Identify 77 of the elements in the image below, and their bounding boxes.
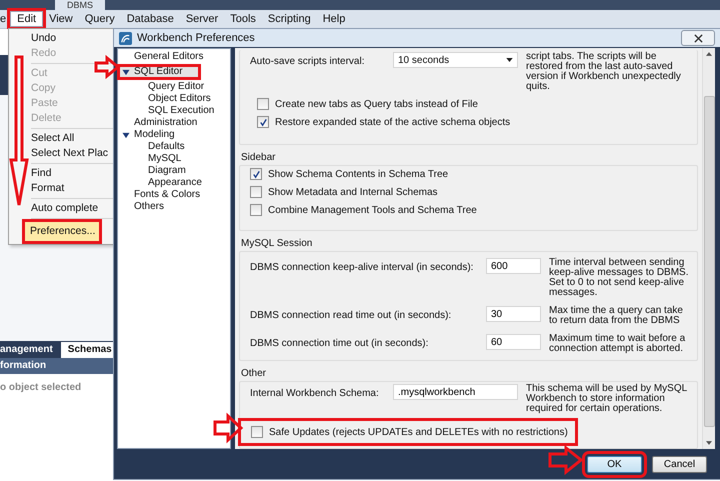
menu-item[interactable]: Server: [180, 11, 224, 27]
menu-item[interactable]: Tools: [224, 11, 262, 27]
field-label: Internal Workbench Schema:: [250, 387, 380, 399]
dialog-button[interactable]: Cancel: [652, 456, 707, 472]
section-title: MySQL Session: [240, 237, 314, 251]
checkbox[interactable]: [250, 186, 262, 198]
menu-item[interactable]: Query: [78, 11, 121, 27]
tree-item[interactable]: Others: [118, 201, 230, 213]
menu-item[interactable]: Scripting: [262, 11, 317, 27]
checkbox-label: Show Metadata and Internal Schemas: [268, 186, 438, 198]
field-label: DBMS connection time out (in seconds):: [250, 337, 430, 349]
tree-item[interactable]: Appearance: [118, 177, 230, 189]
input-field[interactable]: 60: [486, 334, 541, 350]
sidebar-tab[interactable]: anagement: [0, 342, 61, 358]
section-title: Other: [240, 367, 268, 381]
input-field[interactable]: 600: [486, 258, 541, 274]
menu-item[interactable]: Edit: [10, 11, 44, 27]
checkbox[interactable]: [250, 168, 262, 180]
tree-item[interactable]: Modeling: [118, 129, 230, 141]
checkbox[interactable]: [250, 204, 262, 216]
tree-item[interactable]: Query Editor: [118, 81, 230, 93]
checkbox-label: Safe Updates (rejects UPDATEs and DELETEs with no restrictions): [269, 426, 568, 438]
menu-entry[interactable]: Find: [9, 166, 114, 181]
menu-item[interactable]: e: [0, 11, 10, 27]
tree-item[interactable]: SQL Execution: [118, 105, 230, 117]
tree-item[interactable]: Defaults: [118, 141, 230, 153]
dialog-title: Workbench Preferences: [137, 32, 255, 44]
menu-entry[interactable]: Select Next Plac: [9, 146, 114, 161]
checkbox-label: Create new tabs as Query tabs instead of File: [275, 98, 478, 110]
annotation-arrow: [548, 444, 584, 476]
field-description: Time interval between sending keep-alive messages to DBMS. Set to 0 to not send keep-alive messages.: [549, 258, 690, 298]
annotation-arrow: [94, 54, 120, 80]
tree-item[interactable]: General Editors: [118, 51, 230, 63]
tree-item[interactable]: Object Editors: [118, 93, 230, 105]
annotation-arrow: [214, 412, 244, 444]
input-field[interactable]: 30: [486, 306, 541, 322]
close-icon: [694, 34, 702, 42]
close-button[interactable]: [681, 30, 715, 46]
dropdown-arrow-icon: [506, 58, 513, 62]
expand-triangle-icon[interactable]: [122, 68, 130, 76]
tree-item[interactable]: MySQL: [118, 153, 230, 165]
scroll-up-icon[interactable]: [706, 52, 712, 56]
menu-entry[interactable]: Select All: [9, 131, 114, 146]
empty-message: o object selected: [0, 381, 82, 393]
checkbox[interactable]: [257, 98, 269, 110]
vertical-scrollbar[interactable]: [702, 48, 715, 449]
field-description: script tabs. The scripts will be restored from the last auto-saved version if Workbench unexpectedly quits.: [526, 52, 682, 92]
expand-triangle-icon[interactable]: [122, 132, 130, 138]
document-tab[interactable]: DBMS: [55, 0, 106, 10]
checkbox-label: Restore expanded state of the active schema objects: [275, 116, 510, 128]
menu-item[interactable]: View: [43, 11, 79, 27]
menu-entry[interactable]: Format: [9, 181, 114, 196]
tree-item[interactable]: Administration: [118, 117, 230, 129]
field-description: Maximum time to wait before a connection attempt is aborted.: [549, 334, 686, 354]
checkbox-label: Combine Management Tools and Schema Tree: [268, 204, 477, 216]
menu-item[interactable]: Help: [316, 11, 352, 27]
section-title: Sidebar: [240, 151, 276, 165]
menu-item[interactable]: Database: [120, 11, 180, 27]
menu-entry[interactable]: Auto complete: [9, 201, 114, 216]
panel-header: formation: [0, 358, 113, 374]
tree-item[interactable]: Diagram: [118, 165, 230, 177]
dolphin-logo-icon: [119, 32, 132, 44]
field-label: DBMS connection read time out (in seconds):: [250, 309, 452, 321]
checkbox[interactable]: [251, 426, 263, 438]
interval-dropdown[interactable]: 10 seconds: [393, 52, 518, 68]
field-description: Max time the a query can take to return data from the DBMS: [549, 306, 684, 326]
tree-item[interactable]: SQL Editor: [118, 65, 200, 79]
checkbox[interactable]: [257, 116, 269, 128]
menu-entry[interactable]: Undo: [9, 31, 114, 46]
field-label: Auto-save scripts interval:: [250, 55, 366, 67]
scroll-down-icon[interactable]: [706, 441, 712, 445]
input-field[interactable]: .mysqlworkbench: [393, 384, 518, 400]
tree-item[interactable]: Fonts & Colors: [118, 189, 230, 201]
field-description: This schema will be used by MySQL Workbench to store information required for certain operations.: [526, 384, 688, 414]
checkbox-label: Show Schema Contents in Schema Tree: [268, 168, 448, 180]
field-label: DBMS connection keep-alive interval (in seconds):: [250, 261, 474, 273]
menu-entry[interactable]: Preferences...: [25, 222, 100, 241]
